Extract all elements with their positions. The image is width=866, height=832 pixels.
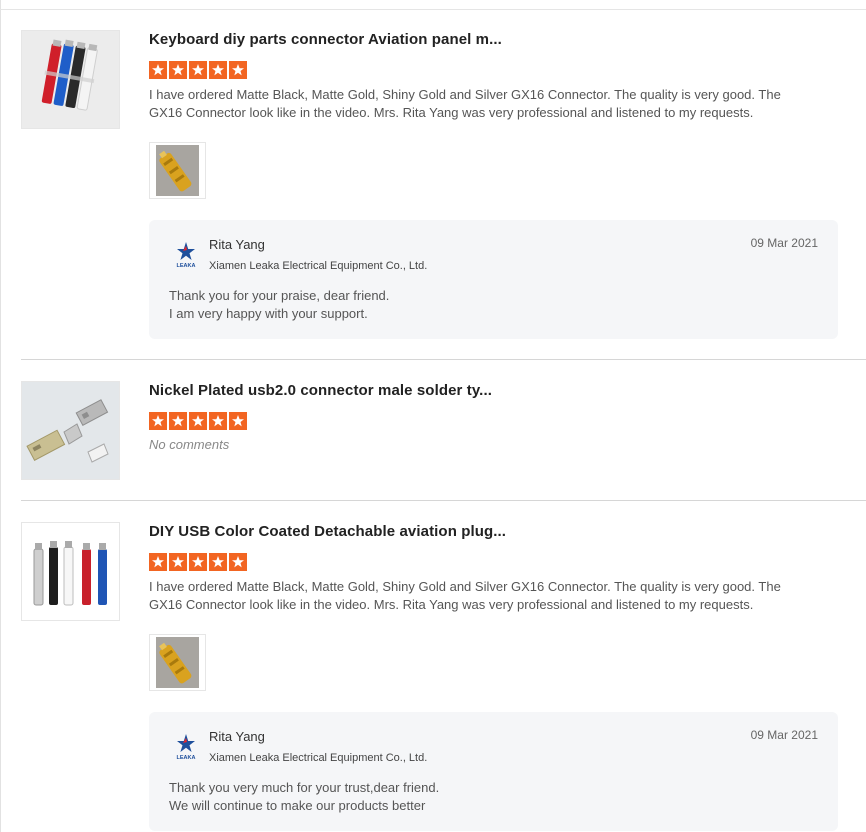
review-photo[interactable] xyxy=(149,634,206,691)
product-title[interactable]: Nickel Plated usb2.0 connector male sold… xyxy=(149,381,492,401)
reply-company: Xiamen Leaka Electrical Equipment Co., L… xyxy=(209,260,428,272)
star-icon xyxy=(189,553,207,571)
review-item: Nickel Plated usb2.0 connector male sold… xyxy=(21,381,866,491)
star-icon xyxy=(169,61,187,79)
leaka-logo-icon: LEAKA xyxy=(177,734,196,761)
star-icon xyxy=(189,61,207,79)
star-icon xyxy=(169,553,187,571)
product-thumbnail[interactable] xyxy=(21,522,120,621)
product-thumbnail[interactable] xyxy=(21,381,120,480)
star-icon xyxy=(209,553,227,571)
star-icon xyxy=(189,412,207,430)
star-icon xyxy=(209,61,227,79)
reply-date: 09 Mar 2021 xyxy=(750,728,818,742)
seller-reply: LEAKA Rita Yang Xiamen Leaka Electrical … xyxy=(149,220,838,339)
star-icon xyxy=(169,412,187,430)
seller-reply: LEAKA Rita Yang Xiamen Leaka Electrical … xyxy=(149,712,838,831)
reply-author: Rita Yang xyxy=(209,729,265,744)
svg-text:LEAKA: LEAKA xyxy=(177,755,196,761)
reply-author: Rita Yang xyxy=(209,237,265,252)
star-icon xyxy=(229,553,247,571)
reply-date: 09 Mar 2021 xyxy=(750,236,818,250)
reply-text: Thank you for your praise, dear friend. … xyxy=(169,287,389,323)
leaka-logo-icon: LEAKA xyxy=(177,242,196,269)
no-comments-label: No comments xyxy=(149,437,230,452)
reply-line: We will continue to make our products be… xyxy=(169,798,426,813)
review-photo[interactable] xyxy=(149,142,206,199)
product-title[interactable]: Keyboard diy parts connector Aviation pa… xyxy=(149,30,502,50)
svg-text:LEAKA: LEAKA xyxy=(177,263,196,269)
review-divider xyxy=(21,500,866,501)
star-icon xyxy=(229,61,247,79)
left-border xyxy=(0,0,1,832)
rating-stars xyxy=(149,412,247,430)
product-title[interactable]: DIY USB Color Coated Detachable aviation… xyxy=(149,522,506,542)
reply-text: Thank you very much for your trust,dear … xyxy=(169,779,439,815)
reply-line: Thank you very much for your trust,dear … xyxy=(169,780,440,795)
review-text: I have ordered Matte Black, Matte Gold, … xyxy=(149,579,781,612)
top-border xyxy=(0,9,866,10)
star-icon xyxy=(149,412,167,430)
star-icon xyxy=(229,412,247,430)
review-divider xyxy=(21,359,866,360)
reply-company: Xiamen Leaka Electrical Equipment Co., L… xyxy=(209,752,428,764)
reply-line: I am very happy with your support. xyxy=(169,306,368,321)
rating-stars xyxy=(149,61,247,79)
review-item: Keyboard diy parts connector Aviation pa… xyxy=(21,30,866,350)
star-icon xyxy=(149,553,167,571)
reply-line: Thank you for your praise, dear friend. xyxy=(169,288,390,303)
star-icon xyxy=(209,412,227,430)
star-icon xyxy=(149,61,167,79)
rating-stars xyxy=(149,553,247,571)
review-text: I have ordered Matte Black, Matte Gold, … xyxy=(149,87,781,120)
review-item: DIY USB Color Coated Detachable aviation… xyxy=(21,522,866,832)
product-thumbnail[interactable] xyxy=(21,30,120,129)
